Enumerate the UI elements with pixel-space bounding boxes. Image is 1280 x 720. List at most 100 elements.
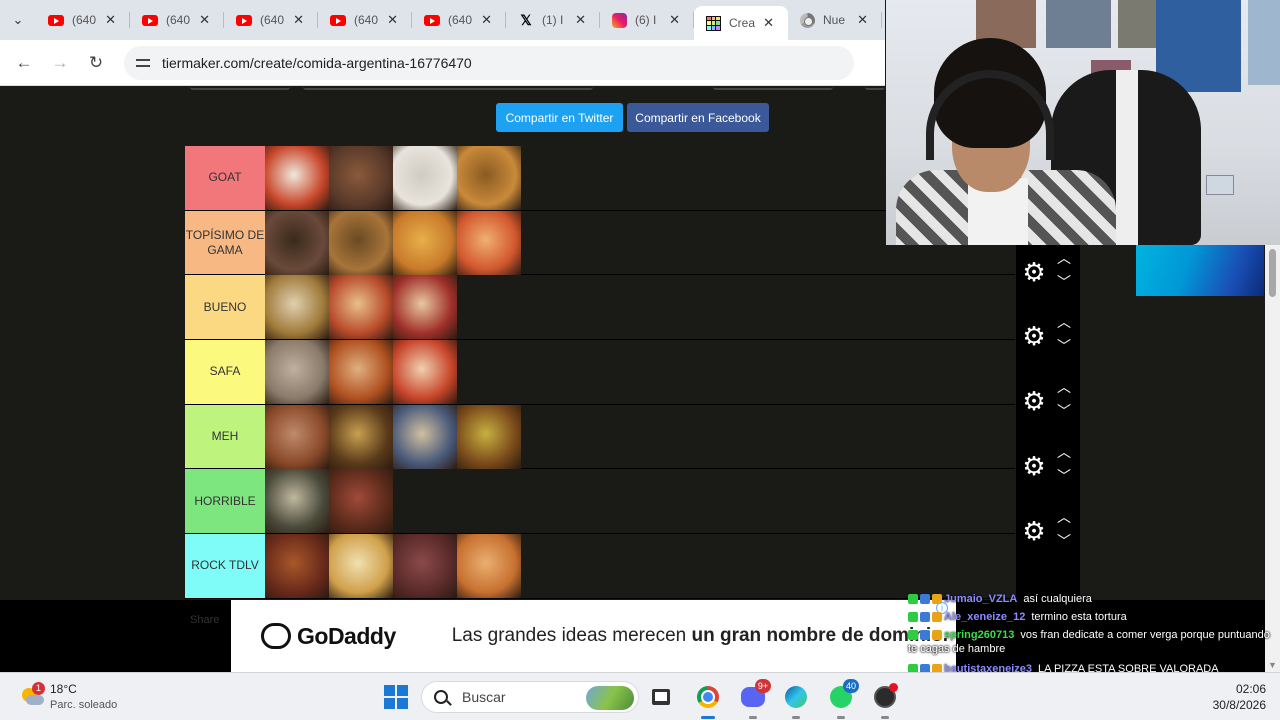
food-image-tile[interactable] bbox=[265, 210, 329, 275]
chevron-up-icon[interactable]: ︿ bbox=[1056, 510, 1072, 524]
system-clock[interactable]: 02:06 30/8/2026 bbox=[1196, 681, 1266, 713]
browser-tab[interactable]: (640 ✕ bbox=[36, 0, 130, 40]
food-image-tile[interactable] bbox=[265, 146, 329, 210]
windows-start-icon[interactable] bbox=[384, 685, 408, 709]
tab-close-icon[interactable]: ✕ bbox=[293, 12, 304, 28]
chevron-up-icon[interactable]: ︿ bbox=[1056, 445, 1072, 459]
godaddy-ad[interactable]: GoDaddy Las grandes ideas merecen un gra… bbox=[231, 600, 956, 672]
food-image-tile[interactable] bbox=[265, 469, 329, 534]
browser-tab[interactable]: (640 ✕ bbox=[412, 0, 506, 40]
tier-items bbox=[265, 469, 393, 534]
tier-label[interactable]: BUENO bbox=[185, 275, 265, 340]
tier-items bbox=[265, 340, 457, 405]
weather-widget[interactable]: 1 18°C Parc. soleado bbox=[20, 681, 117, 713]
browser-tab[interactable]: 𝕏 (1) I ✕ bbox=[506, 0, 600, 40]
browser-tab[interactable]: Crea ✕ bbox=[694, 6, 788, 40]
chevron-up-icon[interactable]: ︿ bbox=[1056, 380, 1072, 394]
address-bar[interactable]: tiermaker.com/create/comida-argentina-16… bbox=[124, 45, 854, 80]
forward-arrow-icon[interactable]: → bbox=[42, 53, 78, 73]
food-image-tile[interactable] bbox=[457, 146, 521, 210]
food-image-tile[interactable] bbox=[457, 210, 521, 275]
chevron-up-icon[interactable]: ︿ bbox=[1056, 251, 1072, 265]
browser-tab[interactable]: (640 ✕ bbox=[318, 0, 412, 40]
gear-icon[interactable]: ⚙ bbox=[1020, 452, 1048, 480]
food-image-tile[interactable] bbox=[265, 404, 329, 469]
gear-icon[interactable]: ⚙ bbox=[1020, 517, 1048, 545]
chevron-down-icon[interactable]: ﹀ bbox=[1056, 534, 1072, 548]
gear-icon[interactable]: ⚙ bbox=[1020, 322, 1048, 350]
browser-tab[interactable]: (640 ✕ bbox=[224, 0, 318, 40]
food-image-tile[interactable] bbox=[329, 404, 393, 469]
food-image-tile[interactable] bbox=[329, 146, 393, 210]
tier-label[interactable]: ROCK TDLV bbox=[185, 534, 265, 598]
food-image-tile[interactable] bbox=[393, 275, 457, 340]
discord-icon[interactable]: 9+ bbox=[737, 679, 771, 719]
chrome-icon[interactable] bbox=[692, 681, 724, 719]
gear-icon[interactable]: ⚙ bbox=[1020, 258, 1048, 286]
tab-close-icon[interactable]: ✕ bbox=[857, 12, 868, 28]
tier-label[interactable]: SAFA bbox=[185, 340, 265, 404]
chevron-up-icon[interactable]: ︿ bbox=[1056, 315, 1072, 329]
tab-close-icon[interactable]: ✕ bbox=[387, 12, 398, 28]
right-panel bbox=[1080, 245, 1265, 600]
food-image-tile[interactable] bbox=[265, 340, 329, 405]
tab-close-icon[interactable]: ✕ bbox=[481, 12, 492, 28]
chat-message: spring260713 vos fran dedicate a comer ve… bbox=[908, 628, 1280, 656]
share-twitter-button[interactable]: Compartir en Twitter bbox=[496, 103, 623, 132]
tab-close-icon[interactable]: ✕ bbox=[575, 12, 586, 28]
tier-label[interactable]: TOPÍSIMO DE GAMA bbox=[185, 210, 265, 275]
recording-dot-icon bbox=[889, 683, 898, 692]
back-arrow-icon[interactable]: ← bbox=[6, 53, 42, 73]
tier-label[interactable]: MEH bbox=[185, 404, 265, 469]
tier-row: HORRIBLE bbox=[185, 469, 1015, 535]
gear-icon[interactable]: ⚙ bbox=[1020, 387, 1048, 415]
youtube-icon bbox=[330, 14, 346, 26]
tier-label[interactable]: GOAT bbox=[185, 146, 265, 210]
edge-icon[interactable] bbox=[780, 681, 812, 719]
tier-items bbox=[265, 210, 521, 275]
chevron-down-icon[interactable]: ﹀ bbox=[1056, 339, 1072, 353]
food-image-tile[interactable] bbox=[457, 404, 521, 469]
tier-row-controls: ⚙ ︿ ﹀ bbox=[1016, 434, 1080, 498]
reload-icon[interactable]: ↻ bbox=[78, 53, 114, 73]
file-explorer-icon[interactable] bbox=[645, 681, 677, 713]
side-banner-image[interactable] bbox=[1136, 245, 1264, 296]
tier-label[interactable]: HORRIBLE bbox=[185, 469, 265, 534]
food-image-tile[interactable] bbox=[265, 275, 329, 340]
chevron-down-icon[interactable]: ﹀ bbox=[1056, 469, 1072, 483]
tab-close-icon[interactable]: ✕ bbox=[763, 15, 774, 31]
food-image-tile[interactable] bbox=[265, 534, 329, 599]
food-image-tile[interactable] bbox=[393, 340, 457, 405]
whatsapp-icon[interactable]: 40 bbox=[825, 679, 859, 719]
chevron-down-icon[interactable]: ﹀ bbox=[1056, 275, 1072, 289]
chevron-down-icon[interactable]: ﹀ bbox=[1056, 404, 1072, 418]
tab-close-icon[interactable]: ✕ bbox=[105, 12, 116, 28]
tab-label: Nue bbox=[823, 13, 846, 27]
site-settings-icon[interactable] bbox=[134, 54, 152, 72]
tier-row: BUENO bbox=[185, 275, 1015, 341]
browser-tab[interactable]: (640 ✕ bbox=[130, 0, 224, 40]
food-image-tile[interactable] bbox=[329, 275, 393, 340]
food-image-tile[interactable] bbox=[329, 340, 393, 405]
scrollbar-thumb[interactable] bbox=[1269, 249, 1276, 297]
food-image-tile[interactable] bbox=[393, 404, 457, 469]
tier-items bbox=[265, 404, 521, 469]
food-image-tile[interactable] bbox=[329, 210, 393, 275]
browser-tab[interactable]: Nue ✕ bbox=[788, 0, 882, 40]
tab-close-icon[interactable]: ✕ bbox=[669, 12, 680, 28]
tier-items bbox=[265, 146, 521, 210]
browser-tab[interactable]: (6) I ✕ bbox=[600, 0, 694, 40]
tab-close-icon[interactable]: ✕ bbox=[199, 12, 210, 28]
food-image-tile[interactable] bbox=[329, 534, 393, 599]
tab-label: (640 bbox=[166, 13, 191, 27]
obs-icon[interactable] bbox=[869, 681, 901, 719]
tier-row-controls: ⚙ ︿ ﹀ bbox=[1016, 240, 1080, 304]
tab-search-dropdown-icon[interactable]: ⌄ bbox=[0, 0, 36, 40]
food-image-tile[interactable] bbox=[393, 146, 457, 210]
food-image-tile[interactable] bbox=[329, 469, 393, 534]
food-image-tile[interactable] bbox=[393, 210, 457, 275]
share-facebook-button[interactable]: Compartir en Facebook bbox=[627, 103, 769, 132]
food-image-tile[interactable] bbox=[457, 534, 521, 599]
food-image-tile[interactable] bbox=[393, 534, 457, 599]
taskbar-search[interactable]: Buscar bbox=[421, 681, 639, 713]
